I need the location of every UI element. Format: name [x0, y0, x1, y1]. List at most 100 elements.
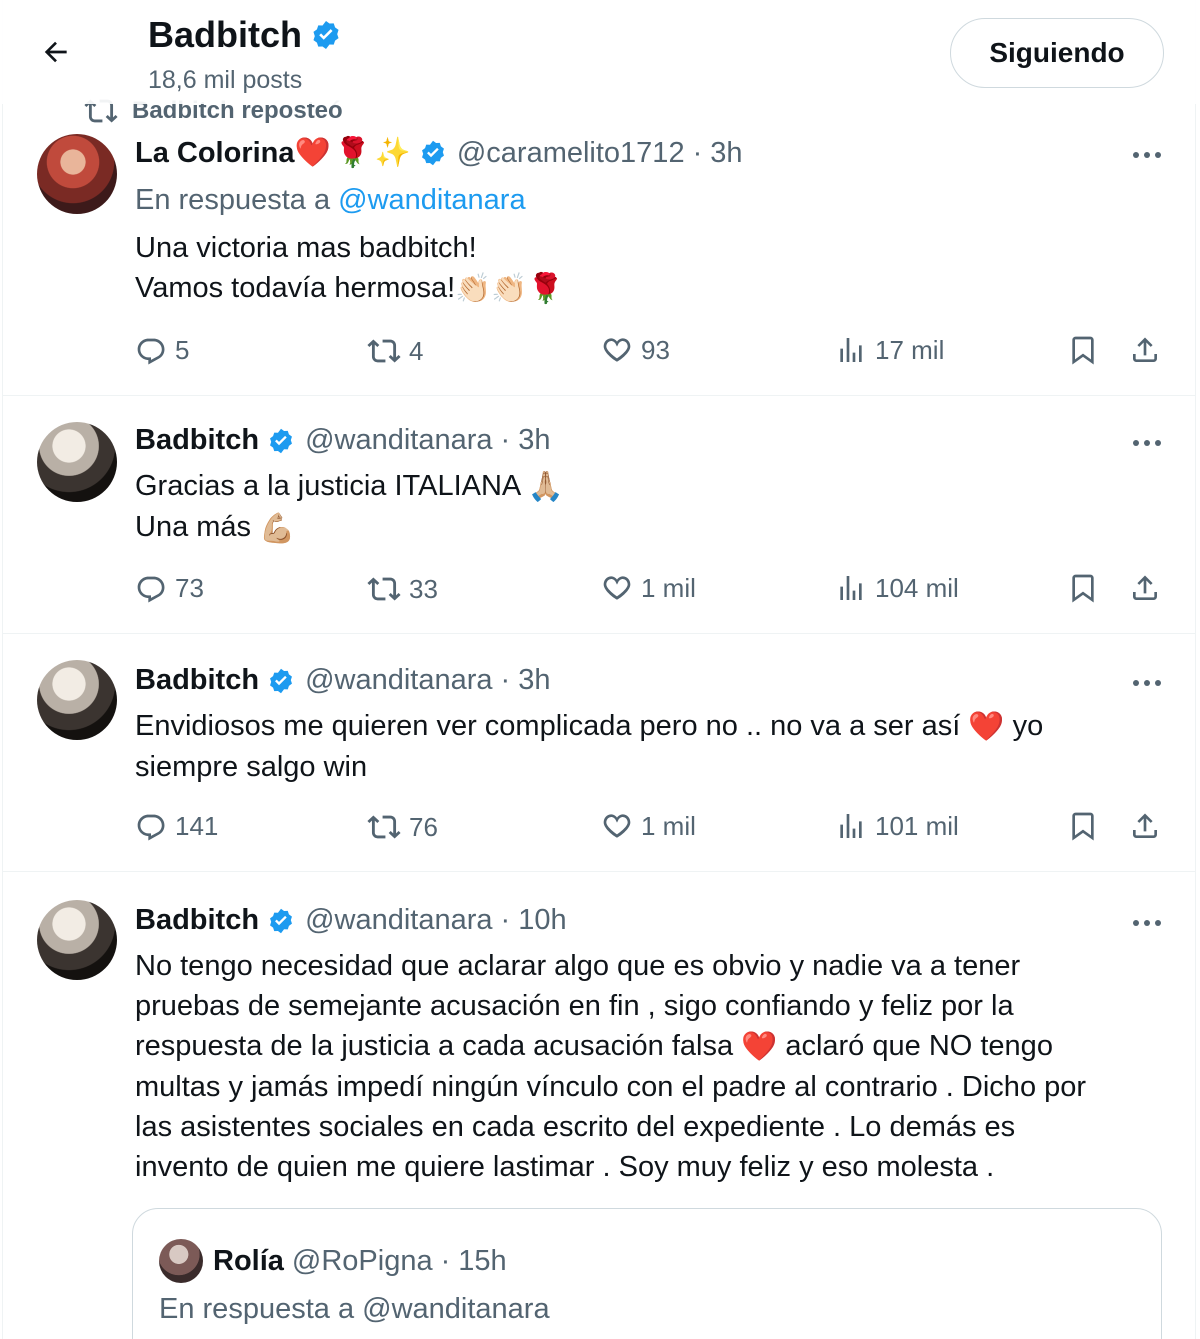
tweet-text-line: respuesta de la justicia a cada acusació… [135, 1026, 1155, 1067]
tweet-text-line: las asistentes sociales en cada escrito … [135, 1111, 1016, 1144]
tweet-actions: 73 33 1 mil 104 mil [135, 572, 1175, 612]
tweet-text: Envidiosos me quieren ver complicada per… [135, 706, 1155, 787]
separator-dot: · [692, 136, 703, 169]
tweet-time[interactable]: 3h [518, 664, 550, 697]
repost-icon [367, 577, 401, 601]
posts-count: 18,6 mil posts [148, 66, 303, 94]
verified-badge-icon [421, 140, 444, 166]
quoted-reply-context: En respuesta a @wanditanara [159, 1293, 550, 1326]
tweet[interactable]: Badbitch @wanditanara · 3h Gracias a la … [3, 396, 1196, 634]
verified-badge-icon [270, 428, 293, 453]
repost-count: 4 [409, 335, 424, 366]
back-button[interactable] [36, 32, 76, 72]
reply-mention-link[interactable]: @wanditanara [338, 184, 525, 216]
tweet-time[interactable]: 3h [518, 424, 550, 457]
tweet-time[interactable]: 3h [710, 137, 742, 170]
sparkles-emoji-icon: ✨ [374, 137, 411, 169]
reply-count: 5 [175, 334, 190, 365]
repost-button[interactable]: 4 [367, 334, 423, 368]
verified-badge-icon [270, 908, 293, 933]
views-button[interactable]: 104 mil [835, 572, 959, 604]
tweet-text-line: invento de quien me quiere lastimar . So… [135, 1151, 995, 1184]
tweet-text-line: No tengo necesidad que aclarar algo que … [135, 950, 1021, 982]
reply-button[interactable]: 141 [135, 810, 218, 842]
bookmark-button[interactable] [1067, 572, 1099, 604]
rose-emoji-icon: 🌹 [334, 137, 371, 169]
tweet-text: Una victoria mas badbitch! Vamos todavía… [135, 228, 1155, 309]
profile-name: Badbitch [148, 14, 303, 55]
avatar[interactable] [37, 900, 117, 980]
separator-dot: · [500, 424, 511, 456]
verified-badge-icon [270, 668, 293, 693]
heart-icon [603, 576, 631, 600]
tweet-time[interactable]: 10h [518, 904, 566, 937]
author-name[interactable]: Badbitch [135, 904, 259, 937]
avatar[interactable] [37, 660, 117, 740]
tweet-header: Badbitch @wanditanara · 10h [135, 904, 567, 937]
views-button[interactable]: 101 mil [835, 810, 959, 842]
reply-prefix: En respuesta a [135, 184, 331, 216]
tweet-header: La Colorina ❤️ 🌹 ✨ @caramelito1712 · 3h [135, 136, 743, 170]
reply-context: En respuesta a @wanditanara [135, 184, 526, 217]
following-button[interactable]: Siguiendo [950, 18, 1164, 88]
author-handle[interactable]: @wanditanara [305, 424, 492, 457]
avatar[interactable] [37, 134, 117, 214]
bookmark-button[interactable] [1067, 334, 1099, 366]
reply-icon [137, 338, 165, 365]
quoted-tweet-header: Rolía @RoPigna · 15h [159, 1239, 507, 1283]
author-name[interactable]: Badbitch [135, 424, 259, 457]
bookmark-icon [1072, 574, 1094, 603]
repost-count: 76 [409, 811, 438, 842]
more-options-button[interactable] [1127, 908, 1167, 938]
tweet-header: Badbitch @wanditanara · 3h [135, 664, 550, 697]
praying-hands-emoji-icon: 🙏🏼 [527, 471, 564, 504]
separator-dot: · [500, 664, 511, 696]
profile-title: Badbitch [148, 14, 342, 56]
tweet-actions: 5 4 93 17 mil [135, 334, 1175, 374]
more-options-button[interactable] [1127, 668, 1167, 698]
repost-button[interactable]: 33 [367, 572, 438, 606]
author-handle[interactable]: @wanditanara [305, 904, 492, 937]
reply-count: 141 [175, 810, 219, 841]
share-button[interactable] [1129, 572, 1161, 604]
repost-button[interactable]: 76 [367, 810, 438, 844]
reply-button[interactable]: 5 [135, 334, 189, 366]
author-name[interactable]: Badbitch [135, 664, 259, 697]
quoted-author-handle: @RoPigna [291, 1244, 433, 1277]
quoted-tweet-card[interactable]: Rolía @RoPigna · 15h En respuesta a @wan… [132, 1208, 1162, 1339]
reply-count: 73 [175, 572, 204, 603]
like-button[interactable]: 1 mil [601, 810, 696, 842]
more-options-button[interactable] [1127, 140, 1167, 170]
verified-badge-icon [313, 21, 339, 49]
quoted-avatar [159, 1239, 203, 1283]
tweet-text-line: Vamos todavía hermosa!👏🏻👏🏻🌹 [135, 268, 1155, 309]
like-count: 93 [641, 334, 670, 365]
like-button[interactable]: 93 [601, 334, 670, 366]
author-name[interactable]: La Colorina [135, 137, 295, 170]
more-dots-icon [1133, 920, 1161, 926]
separator-dot: · [500, 904, 511, 936]
profile-header: Badbitch 18,6 mil posts Siguiendo [0, 0, 1200, 104]
reply-icon [137, 814, 165, 841]
avatar[interactable] [37, 422, 117, 502]
share-button[interactable] [1129, 334, 1161, 366]
tweet-actions: 141 76 1 mil 101 mil [135, 810, 1175, 850]
author-handle[interactable]: @caramelito1712 [457, 137, 685, 170]
bookmark-icon [1072, 812, 1094, 841]
arrow-left-icon [44, 41, 67, 63]
reply-button[interactable]: 73 [135, 572, 204, 604]
tweet[interactable]: La Colorina ❤️ 🌹 ✨ @caramelito1712 · 3h … [3, 104, 1196, 396]
author-handle[interactable]: @wanditanara [305, 664, 492, 697]
heart-emoji-icon: ❤️ [968, 711, 1005, 744]
like-button[interactable]: 1 mil [601, 572, 696, 604]
more-dots-icon [1133, 440, 1161, 446]
share-button[interactable] [1129, 810, 1161, 842]
views-button[interactable]: 17 mil [835, 334, 944, 366]
more-options-button[interactable] [1127, 428, 1167, 458]
reply-mention: @wanditanara [362, 1293, 550, 1325]
share-icon [1133, 337, 1157, 362]
share-icon [1133, 575, 1157, 600]
tweet[interactable]: Badbitch @wanditanara · 3h Envidiosos me… [3, 634, 1196, 872]
bookmark-button[interactable] [1067, 810, 1099, 842]
reply-icon [137, 576, 165, 603]
